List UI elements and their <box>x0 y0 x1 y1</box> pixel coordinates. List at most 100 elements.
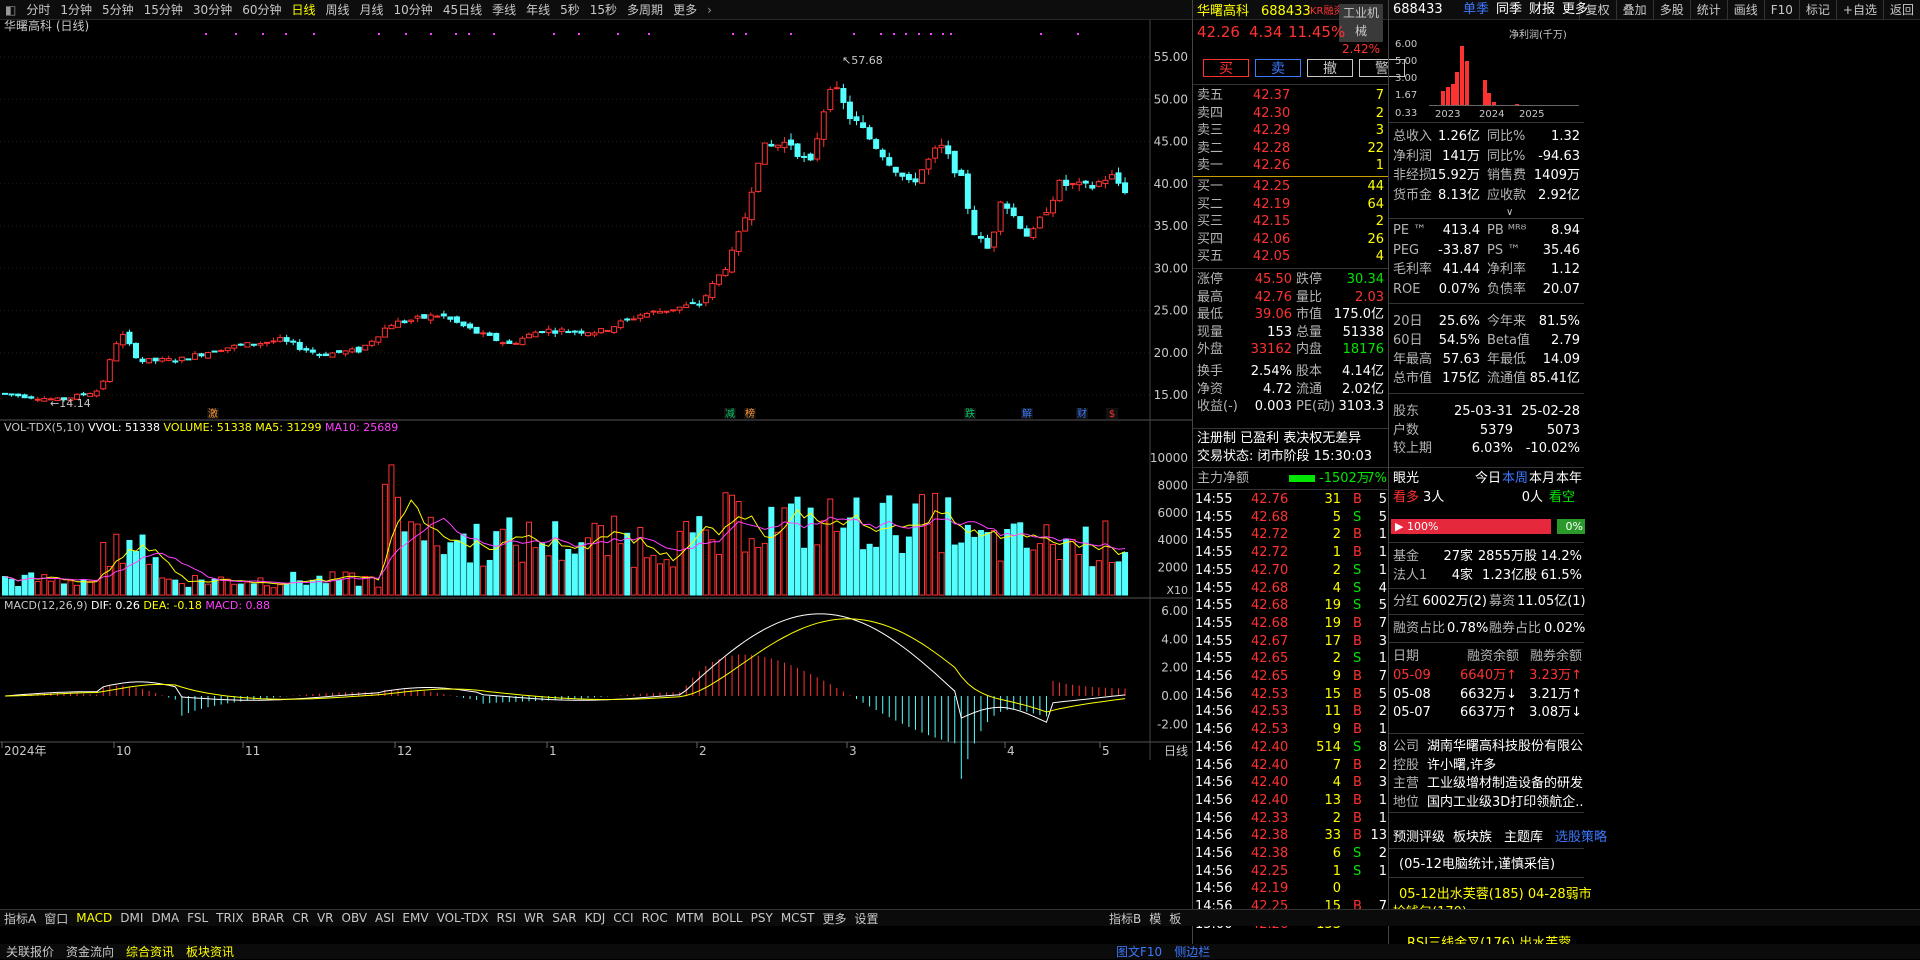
fin-value: -94.63 <box>1538 148 1580 164</box>
indicator-tab[interactable]: WR <box>520 911 548 925</box>
event-marker[interactable]: 财 <box>1077 407 1087 420</box>
indicator-tab[interactable]: OBV <box>338 911 372 925</box>
indicator-tab[interactable]: EMV <box>398 911 432 925</box>
event-marker[interactable]: 激 <box>208 407 218 420</box>
info-link[interactable]: 预测评级 <box>1393 829 1451 846</box>
period-tab[interactable]: 周线 <box>321 1 355 18</box>
indicator-tab[interactable]: MTM <box>672 911 708 925</box>
info-tab[interactable]: 关联报价 <box>0 943 60 960</box>
eye-tab[interactable]: 今日 <box>1475 470 1501 487</box>
period-tab[interactable]: 60分钟 <box>237 1 286 18</box>
period-tab[interactable]: 年线 <box>521 1 555 18</box>
indicator-tab[interactable]: VOL-TDX <box>433 911 493 925</box>
period-tab[interactable]: 5秒 <box>555 1 585 18</box>
indicator-tab[interactable]: ROC <box>638 911 672 925</box>
period-tab[interactable]: 分时 <box>21 1 55 18</box>
eye-tab[interactable]: 本周 <box>1502 470 1528 487</box>
info-tab[interactable]: 财报 <box>1529 1 1561 18</box>
info-link[interactable]: 主题库 <box>1504 829 1554 846</box>
volume-bar <box>846 517 853 596</box>
kline-chart-area[interactable]: 华曙高科 (日线) 55.00 50.00 45.00 40.00 35.00 30.00 2… <box>0 18 1192 910</box>
indicator-tab[interactable]: PSY <box>747 911 777 925</box>
period-tab[interactable]: 10分钟 <box>389 1 438 18</box>
expand-chevron-icon[interactable]: ∨ <box>1506 207 1513 218</box>
event-marker[interactable]: $ <box>1109 409 1115 420</box>
period-tab[interactable]: 月线 <box>355 1 389 18</box>
period-tab[interactable]: 15秒 <box>585 1 622 18</box>
sentiment-bar: ▶ 100% 0% <box>1391 519 1585 534</box>
candle-body <box>257 342 264 346</box>
period-tab[interactable]: 1分钟 <box>55 1 97 18</box>
indicator-tab[interactable]: MCST <box>777 911 819 925</box>
indicator-tab[interactable]: SAR <box>548 911 580 925</box>
info-tab[interactable]: 综合资讯 <box>120 943 180 960</box>
bottom-right-tab[interactable]: 模 <box>1145 910 1165 927</box>
divider <box>1389 614 1584 615</box>
bottom-right-tab[interactable]: 板 <box>1165 910 1185 927</box>
indicator-tab[interactable]: 窗口 <box>40 910 72 927</box>
info-link[interactable]: 选股策略 <box>1555 829 1615 846</box>
indicator-tab[interactable]: FSL <box>183 911 212 925</box>
indicator-tab[interactable]: TRIX <box>212 911 247 925</box>
info-tab[interactable]: 资金流向 <box>60 943 120 960</box>
event-marker[interactable]: 解 <box>1022 407 1032 420</box>
indicator-tab[interactable]: CR <box>288 911 313 925</box>
holder-value: 25-02-28 <box>1520 404 1580 419</box>
bottom-right-tab[interactable]: 指标B <box>1105 910 1145 927</box>
period-tab[interactable]: 季线 <box>487 1 521 18</box>
indicator-tab[interactable]: KDJ <box>581 911 610 925</box>
candle-body <box>401 320 408 324</box>
fin-value: 8.13亿 <box>1438 187 1480 203</box>
tick-side: B <box>1353 792 1362 808</box>
indicator-tab[interactable]: BRAR <box>248 911 289 925</box>
event-marker[interactable]: 减 <box>725 408 735 420</box>
indicator-tab[interactable]: 指标A <box>0 910 40 927</box>
indicator-tab[interactable]: DMI <box>116 911 147 925</box>
bottom-right-link[interactable]: 侧边栏 <box>1168 943 1216 960</box>
buy-button[interactable]: 买 <box>1203 59 1249 77</box>
sell-button[interactable]: 卖 <box>1255 59 1301 77</box>
indicator-tab[interactable]: 设置 <box>851 910 883 927</box>
info-tab[interactable]: 板块资讯 <box>180 943 240 960</box>
period-tab[interactable]: 30分钟 <box>188 1 237 18</box>
indicator-tab[interactable]: BOLL <box>708 911 747 925</box>
bottom-right-link[interactable]: 图文F10 <box>1110 943 1168 960</box>
period-tab[interactable]: 日线 <box>286 1 320 18</box>
tick-time: 14:56 <box>1195 669 1233 684</box>
volume-bar <box>1004 529 1011 596</box>
toolbar-menu-icon[interactable]: ◧ <box>0 3 21 17</box>
candle-body <box>696 303 703 306</box>
candle-body <box>159 357 166 362</box>
indicator-tab[interactable]: MACD <box>72 911 116 925</box>
period-tab[interactable]: 5分钟 <box>97 1 139 18</box>
kline-chart-svg[interactable]: 华曙高科 (日线)55.0050.0045.0040.0035.0030.002… <box>0 18 1192 910</box>
indicator-tab[interactable]: CCI <box>609 911 637 925</box>
cancel-order-button[interactable]: 撤 <box>1307 59 1353 77</box>
info-tab[interactable]: 单季 <box>1463 1 1495 18</box>
info-tab[interactable]: 更多 <box>1562 1 1594 18</box>
indicator-tab[interactable]: ASI <box>371 911 398 925</box>
indicator-tab[interactable]: VR <box>313 911 338 925</box>
volume-bar <box>1115 561 1122 596</box>
eye-tab[interactable]: 本月 <box>1529 470 1555 487</box>
info-tab[interactable]: 同季 <box>1496 1 1528 18</box>
volume-bar <box>244 581 251 596</box>
tick-side: B <box>1353 633 1362 649</box>
indicator-tab[interactable]: RSI <box>493 911 521 925</box>
event-marker[interactable]: 跌 <box>965 407 975 420</box>
eye-tab[interactable]: 本年 <box>1556 470 1582 487</box>
indicator-tab[interactable]: DMA <box>147 911 183 925</box>
date-axis-label: 5 <box>1102 744 1110 758</box>
period-tab[interactable]: 多周期 <box>622 1 668 18</box>
tick-price: 42.70 <box>1251 562 1289 578</box>
candle-body <box>1030 228 1037 239</box>
period-tab[interactable]: 45日线 <box>438 1 487 18</box>
stat-label: 最高 <box>1197 289 1224 305</box>
candle-body <box>558 328 565 332</box>
period-tab[interactable]: 更多 <box>668 1 702 18</box>
info-link[interactable]: 板块族 <box>1453 829 1503 846</box>
industry-badge[interactable]: 工业机械 2.42% <box>1339 4 1383 56</box>
event-marker[interactable]: 榜 <box>745 407 755 420</box>
indicator-tab[interactable]: 更多 <box>819 910 851 927</box>
period-tab[interactable]: 15分钟 <box>139 1 188 18</box>
